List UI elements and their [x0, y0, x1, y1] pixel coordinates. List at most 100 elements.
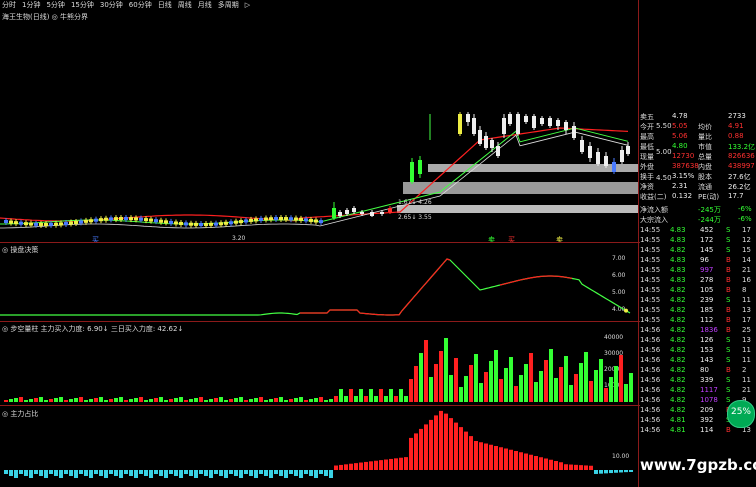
period-tab-1[interactable]: 1分钟 [22, 0, 40, 10]
volume-bar [294, 398, 298, 402]
candle [572, 122, 576, 140]
trade-price: 4.82 [670, 336, 686, 344]
decision-line-pane[interactable]: 7.006.005.004.00 [0, 243, 638, 321]
kline-chart[interactable]: 1.67↓ 4.262.65↓ 3.553.20买卖买卖 [0, 22, 638, 242]
trade-price: 4.82 [670, 326, 686, 334]
candle [564, 120, 568, 134]
candle [174, 219, 178, 227]
trade-time: 14:55 [640, 276, 661, 284]
trade-volume: 1117 [700, 386, 718, 394]
main-force-bar [519, 452, 523, 470]
volume-bar [494, 350, 498, 402]
candle [370, 210, 374, 217]
trade-volume: 80 [700, 366, 709, 374]
main-force-bar [9, 470, 13, 476]
trade-side: B [726, 366, 731, 374]
progress-badge[interactable]: 25% [727, 400, 755, 428]
period-tab-6[interactable]: 日线 [158, 0, 172, 10]
main-force-pane[interactable]: 10.00 [0, 406, 638, 484]
main-force-bar [154, 470, 158, 474]
period-tab-3[interactable]: 15分钟 [71, 0, 94, 10]
quote-panel: 卖五 4.78 2733 今开 5.05 均价 4.91 最高 5.06 量比 0.88 最低 4.80… [638, 112, 756, 212]
trade-price: 4.83 [670, 266, 686, 274]
candle [219, 220, 223, 228]
candle [264, 215, 268, 223]
trade-volume: 209 [700, 406, 714, 414]
main-force-bar [159, 470, 163, 476]
volume-bar [389, 389, 393, 402]
trade-count: 8 [742, 286, 747, 294]
volume-bar [319, 397, 323, 402]
period-tab-4[interactable]: 30分钟 [100, 0, 123, 10]
trade-volume: 145 [700, 246, 714, 254]
period-tab-5[interactable]: 60分钟 [129, 0, 152, 10]
trade-side: B [726, 266, 731, 274]
quote-label: 今开 [640, 123, 654, 131]
trade-volume: 114 [700, 426, 714, 434]
volume-bar [424, 340, 428, 402]
volume-bar [69, 399, 73, 402]
trade-price: 4.82 [670, 376, 686, 384]
candle [294, 215, 298, 223]
volume-pane[interactable]: 40000300002000010000 [0, 322, 638, 405]
volume-bar [619, 355, 623, 402]
period-tab-7[interactable]: 周线 [178, 0, 192, 10]
candle [114, 215, 118, 223]
volume-bar [29, 399, 33, 402]
volume-bar [214, 398, 218, 402]
trade-price: 4.82 [670, 386, 686, 394]
volume-bar [324, 400, 328, 402]
main-force-bar [214, 470, 218, 474]
volume-bar [404, 396, 408, 402]
volume-bar [4, 400, 8, 402]
trade-price: 4.82 [670, 366, 686, 374]
volume-bar [39, 397, 43, 402]
trade-row: 14:55 4.82 145 S 15 [638, 246, 756, 256]
trade-price: 4.82 [670, 356, 686, 364]
site-watermark: www.7gpzb.com [640, 456, 756, 474]
volume-bar [579, 363, 583, 402]
volume-bar [584, 352, 588, 402]
trade-side: B [726, 326, 731, 334]
volume-bar [524, 364, 528, 402]
volume-bar [109, 399, 113, 402]
volume-bar [489, 361, 493, 402]
main-force-bar [629, 470, 633, 472]
volume-bar [519, 375, 523, 402]
period-tab-10[interactable]: ▷ [245, 1, 250, 9]
period-tab-2[interactable]: 5分钟 [46, 0, 64, 10]
trade-count: 21 [742, 386, 751, 394]
trade-volume: 112 [700, 316, 714, 324]
volume-bar [159, 397, 163, 402]
quote-extra-label: 均价 [698, 123, 712, 131]
candle [14, 219, 18, 227]
trade-volume: 126 [700, 336, 714, 344]
trade-volume: 143 [700, 356, 714, 364]
main-force-bar [4, 470, 8, 474]
volume-bar [344, 396, 348, 402]
volume-bar [224, 400, 228, 402]
main-force-bar [614, 470, 618, 473]
trade-price: 4.81 [670, 416, 686, 424]
trade-count: 21 [742, 266, 751, 274]
quote-value: 5.06 [672, 132, 688, 140]
main-force-bar [324, 470, 328, 476]
volume-bar [479, 383, 483, 402]
volume-bar [554, 378, 558, 402]
main-force-bar [79, 470, 83, 474]
main-force-bar [439, 410, 443, 470]
volume-bar [349, 389, 353, 402]
period-tab-9[interactable]: 多周期 [218, 0, 239, 10]
candle [9, 218, 13, 226]
main-force-bar [229, 470, 233, 474]
candle [472, 114, 476, 136]
volume-bar [409, 379, 413, 402]
trade-price: 4.82 [670, 296, 686, 304]
period-tab-0[interactable]: 分时 [2, 0, 16, 10]
main-force-bar [409, 437, 413, 470]
volume-bar [334, 396, 338, 402]
period-tab-8[interactable]: 月线 [198, 0, 212, 10]
volume-bar [14, 398, 18, 402]
volume-bar [444, 338, 448, 402]
trade-side: B [726, 256, 731, 264]
